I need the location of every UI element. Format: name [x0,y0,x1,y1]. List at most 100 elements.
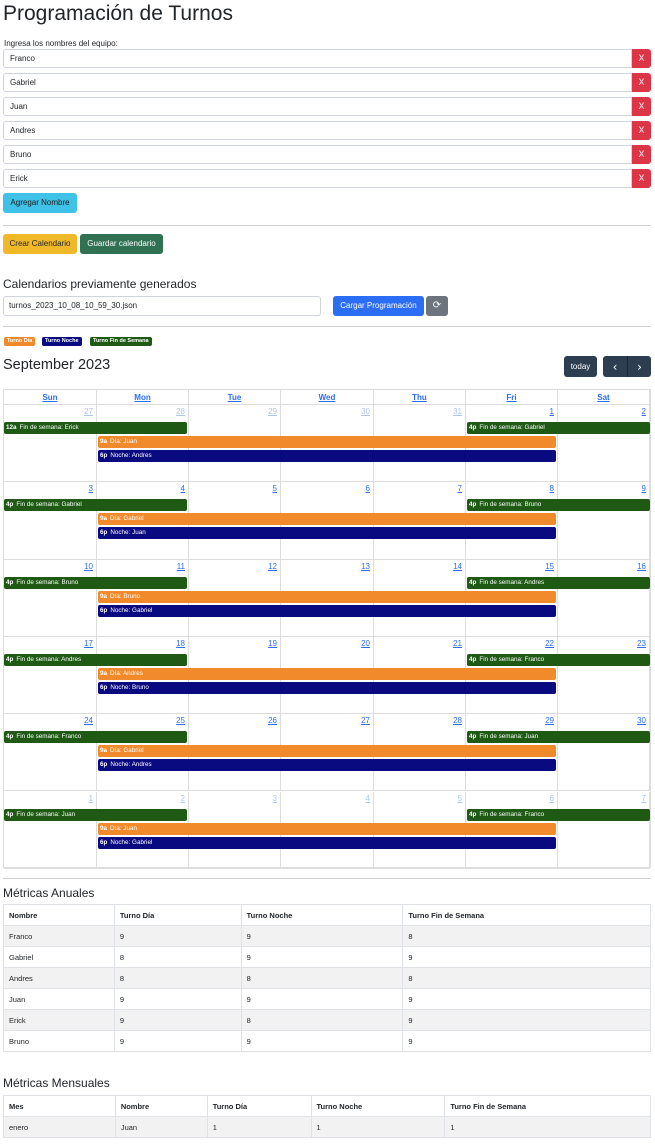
delete-name-button[interactable]: X [632,145,651,164]
day-shift-event[interactable]: 9a Día: Juan [98,436,556,448]
weekday-header[interactable]: Sun [4,390,97,405]
day-number[interactable]: 3 [273,794,277,803]
day-number[interactable]: 7 [642,794,646,803]
day-shift-event[interactable]: 9a Día: Gabriel [98,513,556,526]
event-title: Día: Gabriel [110,747,144,755]
day-number[interactable]: 24 [84,716,93,725]
day-shift-event[interactable]: 9a Día: Bruno [98,590,556,603]
save-calendar-button[interactable]: Guardar calendario [80,234,163,254]
weekend-start-event[interactable]: 4p Fin de semana: Franco [4,731,187,744]
day-number[interactable]: 8 [550,484,554,493]
event-time: 9a [100,438,108,445]
member-name-input[interactable] [3,49,632,68]
chevron-left-icon[interactable]: ‹ [603,356,627,377]
day-number[interactable]: 10 [84,562,93,571]
load-schedule-button[interactable]: Cargar Programación [333,296,424,316]
day-shift-event[interactable]: 9a Día: Andres [98,667,556,680]
day-number[interactable]: 28 [176,407,185,416]
day-number[interactable]: 28 [453,716,462,725]
day-number[interactable]: 11 [177,562,185,571]
name-row: X [3,97,651,116]
night-shift-event[interactable]: 6p Noche: Juan [98,527,556,540]
day-number[interactable]: 1 [89,794,93,803]
day-number[interactable]: 25 [176,716,185,725]
day-number[interactable]: 2 [181,794,185,803]
day-number[interactable]: 7 [458,484,462,493]
day-number[interactable]: 21 [453,639,462,648]
weekday-header[interactable]: Mon [97,390,189,405]
day-number[interactable]: 22 [545,639,554,648]
today-button[interactable]: today [564,356,597,377]
calendar-file-select[interactable]: turnos_2023_10_08_10_59_30.json [3,296,321,316]
weekday-header[interactable]: Sat [558,390,650,405]
member-name-input[interactable] [3,97,632,116]
member-name-input[interactable] [3,73,632,92]
table-cell: 9 [240,946,404,968]
day-number[interactable]: 23 [637,639,646,648]
weekend-end-event[interactable]: 4p Fin de semana: Bruno [467,499,650,512]
day-shift-event[interactable]: 9a Día: Juan [98,822,556,835]
weekday-header[interactable]: Fri [466,390,558,405]
weekday-header[interactable]: Thu [374,390,466,405]
day-number[interactable]: 1 [550,407,554,416]
weekend-end-event[interactable]: 4p Fin de semana: Juan [467,731,650,744]
delete-name-button[interactable]: X [632,121,651,140]
chevron-right-icon[interactable]: › [627,356,651,377]
day-number[interactable]: 5 [458,794,462,803]
day-number[interactable]: 6 [366,484,370,493]
delete-name-button[interactable]: X [632,97,651,116]
day-number[interactable]: 30 [361,407,370,416]
day-number[interactable]: 15 [545,562,554,571]
add-name-button[interactable]: Agregar Nombre [3,193,77,213]
night-shift-event[interactable]: 6p Noche: Bruno [98,681,556,694]
day-number[interactable]: 31 [453,407,462,416]
weekend-start-event[interactable]: 4p Fin de semana: Gabriel [4,499,187,512]
day-number[interactable]: 14 [453,562,462,571]
day-number[interactable]: 4 [366,794,370,803]
weekend-end-event[interactable]: 4p Fin de semana: Franco [467,808,650,821]
refresh-icon[interactable]: ⟳ [426,296,448,316]
weekday-header[interactable]: Tue [189,390,281,405]
day-number[interactable]: 26 [268,716,277,725]
day-number[interactable]: 2 [642,407,646,416]
night-shift-event[interactable]: 6p Noche: Gabriel [98,604,556,617]
weekend-start-event[interactable]: 4p Fin de semana: Andres [4,653,187,666]
day-number[interactable]: 27 [84,407,93,416]
day-number[interactable]: 9 [642,484,646,493]
member-name-input[interactable] [3,121,632,140]
day-number[interactable]: 29 [268,407,277,416]
day-number[interactable]: 19 [268,639,277,648]
day-number[interactable]: 20 [361,639,370,648]
day-number[interactable]: 3 [89,484,93,493]
table-cell: 9 [240,1030,404,1052]
weekday-header[interactable]: Wed [281,390,374,405]
day-number[interactable]: 13 [361,562,370,571]
day-number[interactable]: 18 [176,639,185,648]
day-number[interactable]: 17 [84,639,93,648]
weekend-start-event[interactable]: 4p Fin de semana: Juan [4,808,187,821]
member-name-input[interactable] [3,169,632,188]
weekend-start-event[interactable]: 4p Fin de semana: Bruno [4,576,187,589]
member-name-input[interactable] [3,145,632,164]
delete-name-button[interactable]: X [632,169,651,188]
day-shift-event[interactable]: 9a Día: Gabriel [98,745,556,758]
night-shift-event[interactable]: 6p Noche: Andres [98,759,556,772]
night-shift-event[interactable]: 6p Noche: Andres [98,450,556,462]
day-number[interactable]: 6 [550,794,554,803]
day-number[interactable]: 16 [637,562,646,571]
event-title: Fin de semana: Gabriel [16,501,82,509]
day-number[interactable]: 4 [181,484,185,493]
day-number[interactable]: 12 [268,562,277,571]
day-number[interactable]: 5 [273,484,277,493]
weekend-end-event[interactable]: 4p Fin de semana: Andres [467,576,650,589]
weekend-start-event[interactable]: 12a Fin de semana: Erick [4,422,187,434]
day-number[interactable]: 29 [545,716,554,725]
weekend-end-event[interactable]: 4p Fin de semana: Gabriel [467,422,650,434]
delete-name-button[interactable]: X [632,73,651,92]
day-number[interactable]: 30 [637,716,646,725]
night-shift-event[interactable]: 6p Noche: Gabriel [98,836,556,849]
weekend-end-event[interactable]: 4p Fin de semana: Franco [467,653,650,666]
day-number[interactable]: 27 [361,716,370,725]
delete-name-button[interactable]: X [632,49,651,68]
create-calendar-button[interactable]: Crear Calendario [3,234,77,254]
